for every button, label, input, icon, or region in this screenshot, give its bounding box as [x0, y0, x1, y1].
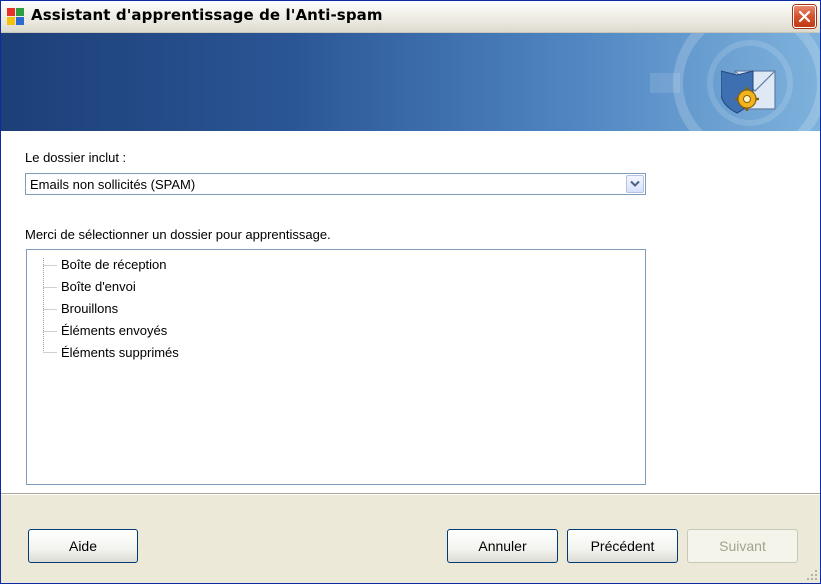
cancel-button[interactable]: Annuler: [447, 529, 558, 563]
previous-button[interactable]: Précédent: [567, 529, 678, 563]
window-title: Assistant d'apprentissage de l'Anti-spam: [31, 6, 383, 24]
folder-filter-select[interactable]: Emails non sollicités (SPAM): [25, 173, 646, 195]
wizard-window: Assistant d'apprentissage de l'Anti-spam: [0, 0, 821, 584]
chevron-down-icon: [630, 180, 640, 187]
content-area: Le dossier inclut : Emails non sollicité…: [1, 131, 820, 493]
tree-item-outbox[interactable]: Boîte d'envoi: [61, 278, 136, 296]
folder-filter-value: Emails non sollicités (SPAM): [30, 177, 196, 192]
banner-decoration: [650, 33, 820, 131]
close-button[interactable]: [793, 5, 816, 28]
header-banner: [1, 33, 820, 131]
help-button[interactable]: Aide: [28, 529, 138, 563]
next-button[interactable]: Suivant: [687, 529, 798, 563]
folder-filter-label: Le dossier inclut :: [25, 150, 127, 165]
footer-separator: [1, 493, 820, 495]
tree-item-drafts[interactable]: Brouillons: [61, 300, 118, 318]
tree-item-inbox[interactable]: Boîte de réception: [61, 256, 167, 274]
close-icon: [798, 10, 811, 23]
folder-tree[interactable]: Boîte de réception Boîte d'envoi Brouill…: [26, 249, 646, 485]
folder-list-instruction: Merci de sélectionner un dossier pour ap…: [25, 227, 331, 242]
avg-window-icon: [7, 8, 24, 25]
resize-grip[interactable]: [806, 569, 818, 581]
tree-item-sent[interactable]: Éléments envoyés: [61, 322, 167, 340]
title-bar[interactable]: Assistant d'apprentissage de l'Anti-spam: [1, 1, 820, 33]
mail-gear-shield-icon: [721, 70, 776, 114]
dropdown-button[interactable]: [626, 175, 644, 193]
tree-item-deleted[interactable]: Éléments supprimés: [61, 344, 179, 362]
